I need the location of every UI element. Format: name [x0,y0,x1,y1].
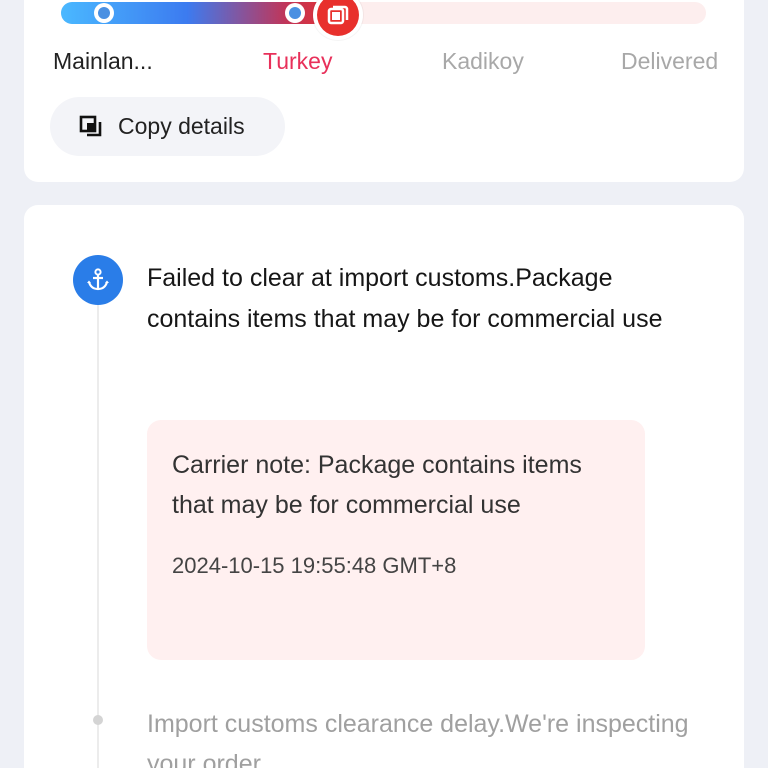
anchor-icon [87,268,109,291]
copy-icon [78,114,104,140]
customs-box-icon [327,5,349,25]
stage-label-mainland: Mainlan... [53,48,153,74]
copy-details-label: Copy details [118,113,245,139]
carrier-note-text: Carrier note: Package contains items tha… [172,451,582,519]
copy-details-button[interactable]: Copy details [50,97,285,156]
stage-label-kadikoy: Kadikoy [442,48,524,74]
event-status-badge [73,255,123,305]
timeline-line [97,290,99,768]
stage-dot-mainland [94,3,114,23]
stage-label-turkey: Turkey [263,48,333,74]
carrier-note-box: Carrier note: Package contains items tha… [147,420,645,660]
event-title: Failed to clear at import customs.Packag… [147,264,663,333]
event-title-secondary: Import customs clearance delay.We're ins… [147,710,689,768]
timeline-dot [93,715,103,725]
event-timestamp: 2024-10-15 19:55:48 GMT+8 [172,553,457,578]
stage-dot-turkey [285,3,305,23]
stage-label-delivered: Delivered [621,48,719,74]
